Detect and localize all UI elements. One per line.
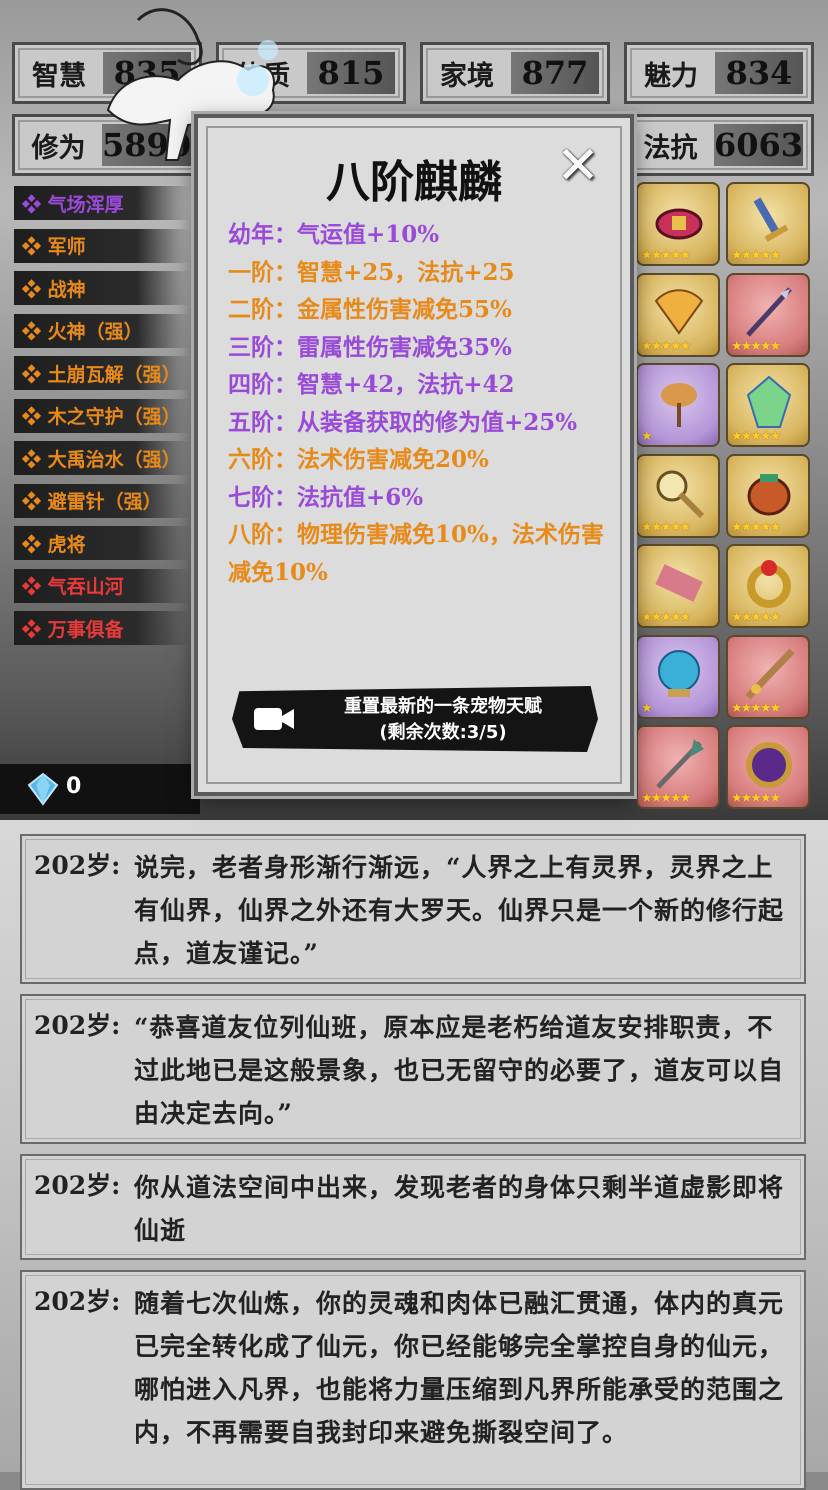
talent-item[interactable]: ❖ 大禹治水（强） [14, 441, 190, 475]
log-text: 你从道法空间中出来，发现老者的身体只剩半道虚影即将仙逝 [134, 1173, 785, 1245]
inventory-item[interactable]: ★★★★★ [636, 544, 720, 628]
scroll-icon [655, 564, 703, 602]
reset-talent-button[interactable]: 重置最新的一条宠物天赋 (剩余次数:3/5) [232, 686, 598, 752]
log-text: 说完，老者身形渐行渐远，“人界之上有灵界，灵界之上有仙界，仙界之外还有大罗天。仙… [134, 853, 785, 968]
star-rating: ★ [641, 429, 653, 444]
star-rating: ★★★★★ [641, 610, 691, 625]
inventory-item[interactable]: ★★★★★ [726, 453, 810, 538]
stat-label: 法抗 [643, 132, 698, 164]
inventory-item[interactable]: ★★★★★ [636, 272, 720, 357]
sword-icon [753, 197, 789, 242]
inventory-item[interactable]: ★★★★★ [726, 544, 810, 628]
log-age: 202岁: [34, 851, 121, 880]
star-rating: ★★★★★ [731, 610, 781, 625]
talent-item[interactable]: ❖ 军师 [14, 228, 190, 263]
talent-lines: 幼年：气运值+10% 一阶：智慧+25，法抗+25 二阶：金属性伤害减免55% 三阶：… [228, 216, 618, 591]
log-age: 202岁: [34, 1171, 121, 1200]
stat-value: 6063 [713, 124, 803, 166]
log-entry: 202岁: 你从道法空间中出来，发现老者的身体只剩半道虚影即将仙逝 [20, 1154, 806, 1260]
inventory-item[interactable]: ★ [636, 634, 720, 719]
log-age: 202岁: [34, 1011, 121, 1040]
inventory-item[interactable]: ★★★★★ [726, 634, 810, 719]
talent-item[interactable]: ❖ 木之守护（强） [14, 398, 190, 433]
pet-talent-dialog: 八阶麒麟 ✕ 幼年：气运值+10% 一阶：智慧+25，法抗+25 二阶：金属性伤害减… [194, 114, 634, 796]
talent-item[interactable]: ❖ 气吞山河 [14, 568, 190, 603]
talent-line: 八阶：物理伤害减免10%，法术伤害减免10% [228, 521, 604, 586]
inventory-item[interactable]: ★★★★★ [726, 272, 810, 357]
talent-item[interactable]: ❖ 战神 [14, 271, 190, 305]
stat-family: 家境 877 [420, 42, 610, 104]
inventory-item[interactable]: ★★★★★ [726, 182, 810, 266]
star-rating: ★★★★★ [731, 248, 781, 263]
talent-item[interactable]: ❖ 万事俱备 [14, 611, 190, 645]
stat-value: 834 [715, 52, 803, 94]
inventory-item[interactable]: ★★★★★ [636, 725, 720, 809]
stat-charm: 魅力 834 [624, 42, 814, 104]
talent-item[interactable]: ❖ 土崩瓦解（强） [14, 356, 190, 390]
stat-value: 815 [307, 52, 395, 94]
talent-item[interactable]: ❖ 避雷针（强） [14, 483, 190, 518]
ring-icon [747, 560, 791, 608]
talent-line: 三阶：雷属性伤害减免35% [228, 333, 512, 361]
reset-label-remaining: (剩余次数:3/5) [379, 722, 507, 743]
log-entry: 202岁: 说完，老者身形渐行渐远，“人界之上有灵界，灵界之上有仙界，仙界之外还… [20, 834, 806, 984]
talent-line: 幼年：气运值+10% [228, 221, 440, 248]
mirror-icon [746, 742, 792, 788]
star-rating: ★★★★★ [731, 519, 781, 535]
reset-button-label: 重置最新的一条宠物天赋 (剩余次数:3/5) [308, 694, 578, 746]
stat-magic-resist: 法抗 6063 [624, 114, 814, 176]
log-text: 随着七次仙炼，你的灵魂和肉体已融汇贯通，体内的真元已完全转化成了仙元，你已经能够… [134, 1289, 785, 1447]
video-camera-icon [254, 708, 294, 730]
star-rating: ★ [641, 700, 653, 716]
talent-item[interactable]: ❖ 火神（强） [14, 313, 190, 348]
star-rating: ★★★★★ [731, 338, 781, 354]
star-rating: ★★★★★ [641, 791, 691, 806]
inventory-item[interactable]: ★★★★★ [726, 363, 810, 447]
orb-icon [658, 649, 700, 697]
halberd-icon [656, 739, 704, 789]
talent-line: 七阶：法抗值+6% [228, 483, 424, 511]
log-age: 202岁: [34, 1287, 121, 1316]
star-rating: ★★★★★ [641, 248, 691, 263]
gem-counter: 0 [0, 764, 200, 814]
star-rating: ★★★★★ [731, 791, 781, 806]
close-icon[interactable]: ✕ [554, 140, 602, 192]
diamond-icon [27, 772, 59, 806]
fan-icon [654, 288, 704, 335]
inventory-item[interactable]: ★★★★★ [636, 453, 720, 538]
talent-line: 六阶：法术伤害减免20% [228, 446, 489, 473]
spear-icon [746, 286, 792, 337]
star-rating: ★★★★★ [731, 700, 781, 716]
talent-line: 二阶：金属性伤害减免55% [228, 296, 512, 323]
talent-line: 四阶：智慧+42，法抗+42 [228, 371, 515, 398]
stat-label: 魅力 [644, 60, 698, 92]
star-rating: ★★★★★ [641, 338, 691, 354]
inventory-item[interactable]: ★★★★★ [636, 182, 720, 266]
talent-item[interactable]: ❖ 气场浑厚 [14, 186, 190, 220]
inventory-item[interactable]: ★ [636, 363, 720, 447]
gem-count: 0 [66, 774, 82, 799]
talent-line: 一阶：智慧+25，法抗+25 [228, 258, 515, 286]
horn-icon [661, 383, 697, 427]
star-rating: ★★★★★ [641, 519, 691, 535]
crystal-icon [746, 375, 792, 428]
mace-icon [656, 470, 705, 518]
reset-label-main: 重置最新的一条宠物天赋 [344, 696, 542, 717]
cauldron-icon [747, 473, 791, 515]
star-rating: ★★★★★ [731, 429, 781, 444]
stat-label: 家境 [440, 60, 494, 92]
blade-icon [745, 648, 795, 699]
talent-item[interactable]: ❖ 虎将 [14, 526, 190, 560]
talent-line: 五阶：从装备获取的修为值+25% [228, 408, 578, 436]
stat-value: 877 [511, 52, 599, 94]
belt-icon [655, 208, 703, 240]
log-entry: 202岁: 随着七次仙炼，你的灵魂和肉体已融汇贯通，体内的真元已完全转化成了仙元… [20, 1270, 806, 1490]
log-text: “恭喜道友位列仙班，原本应是老朽给道友安排职责，不过此地已是这般景象，也已无留守… [134, 1013, 785, 1128]
inventory-item[interactable]: ★★★★★ [726, 725, 810, 809]
log-entry: 202岁: “恭喜道友位列仙班，原本应是老朽给道友安排职责，不过此地已是这般景象… [20, 994, 806, 1144]
